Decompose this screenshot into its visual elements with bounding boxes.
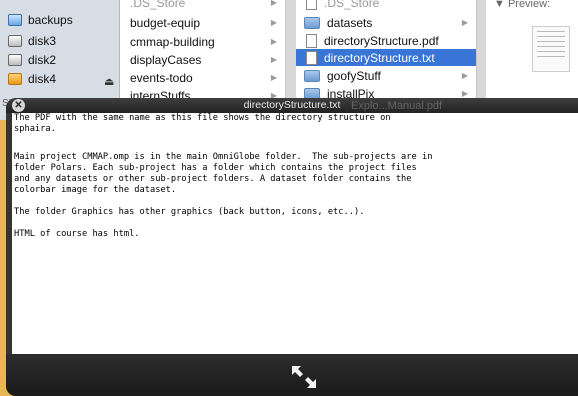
chevron-right-icon: ▶ bbox=[461, 71, 468, 80]
sidebar-item-disk3[interactable]: disk3 bbox=[8, 33, 56, 49]
sidebar-item-label: disk4 bbox=[28, 72, 57, 86]
preview-thumbnail bbox=[532, 26, 570, 72]
text-line: and any datasets or other sub-project fo… bbox=[14, 174, 412, 184]
pdf-file-icon bbox=[306, 33, 317, 48]
folder-icon bbox=[304, 69, 320, 82]
chevron-right-icon: ▶ bbox=[270, 0, 277, 7]
quicklook-title: directoryStructure.txt bbox=[243, 99, 341, 111]
sidebar-item-backups[interactable]: backups bbox=[8, 12, 73, 28]
chevron-right-icon: ▶ bbox=[270, 37, 277, 46]
quicklook-panel: ✕ directoryStructure.txt Explo...Manual.… bbox=[6, 98, 578, 396]
list-item[interactable]: events-todo ▶ bbox=[120, 69, 285, 86]
document-content[interactable]: The PDF with the same name as this file … bbox=[12, 113, 578, 354]
disk-icon bbox=[8, 14, 22, 26]
text-line: HTML of course has html. bbox=[14, 229, 140, 239]
sidebar-item-disk2[interactable]: disk2 bbox=[8, 52, 56, 68]
list-item[interactable]: datasets ▶ bbox=[296, 14, 476, 31]
disk-icon bbox=[8, 35, 22, 47]
list-item-selected[interactable]: directoryStructure.txt bbox=[296, 49, 476, 66]
chevron-right-icon: ▶ bbox=[270, 73, 277, 82]
preview-label[interactable]: ▼ Preview: bbox=[494, 0, 550, 10]
file-icon bbox=[306, 0, 317, 10]
chevron-right-icon: ▶ bbox=[270, 18, 277, 27]
disk-icon bbox=[8, 54, 22, 66]
text-file-icon bbox=[306, 50, 317, 65]
quicklook-titlebar[interactable]: ✕ directoryStructure.txt Explo...Manual.… bbox=[6, 98, 578, 113]
sidebar-item-disk4[interactable]: disk4 bbox=[8, 71, 56, 87]
sidebar-item-label: disk3 bbox=[28, 34, 57, 48]
sidebar-item-label: backups bbox=[28, 13, 73, 27]
text-line: The folder Graphics has other graphics (… bbox=[14, 207, 365, 217]
list-item[interactable]: .DS_Store ▶ bbox=[120, 0, 285, 11]
list-item[interactable]: displayCases ▶ bbox=[120, 51, 285, 68]
text-line: Main project CMMAP.omp is in the main Om… bbox=[14, 152, 433, 162]
list-item[interactable]: goofyStuff ▶ bbox=[296, 67, 476, 84]
sidebar-item-label: disk2 bbox=[28, 53, 57, 67]
text-line: The PDF with the same name as this file … bbox=[14, 113, 391, 123]
fullscreen-icon[interactable] bbox=[290, 364, 318, 390]
chevron-right-icon: ▶ bbox=[270, 55, 277, 64]
list-item[interactable]: directoryStructure.pdf bbox=[296, 32, 476, 49]
text-line: colorbar image for the dataset. bbox=[14, 185, 177, 195]
background-file-label: Explo...Manual.pdf bbox=[351, 100, 443, 112]
disk-icon bbox=[8, 73, 22, 85]
text-line: folder Polars. Each sub-project has a fo… bbox=[14, 163, 417, 173]
list-item[interactable]: cmmap-building ▶ bbox=[120, 33, 285, 50]
list-item[interactable]: .DS_Store bbox=[296, 0, 476, 11]
folder-icon bbox=[304, 16, 320, 29]
eject-icon[interactable]: ⏏ bbox=[104, 75, 114, 88]
quicklook-toolbar bbox=[6, 354, 578, 396]
list-item[interactable]: budget-equip ▶ bbox=[120, 14, 285, 31]
text-line: sphaira. bbox=[14, 124, 56, 134]
chevron-right-icon: ▶ bbox=[461, 89, 468, 98]
chevron-right-icon: ▶ bbox=[461, 18, 468, 27]
